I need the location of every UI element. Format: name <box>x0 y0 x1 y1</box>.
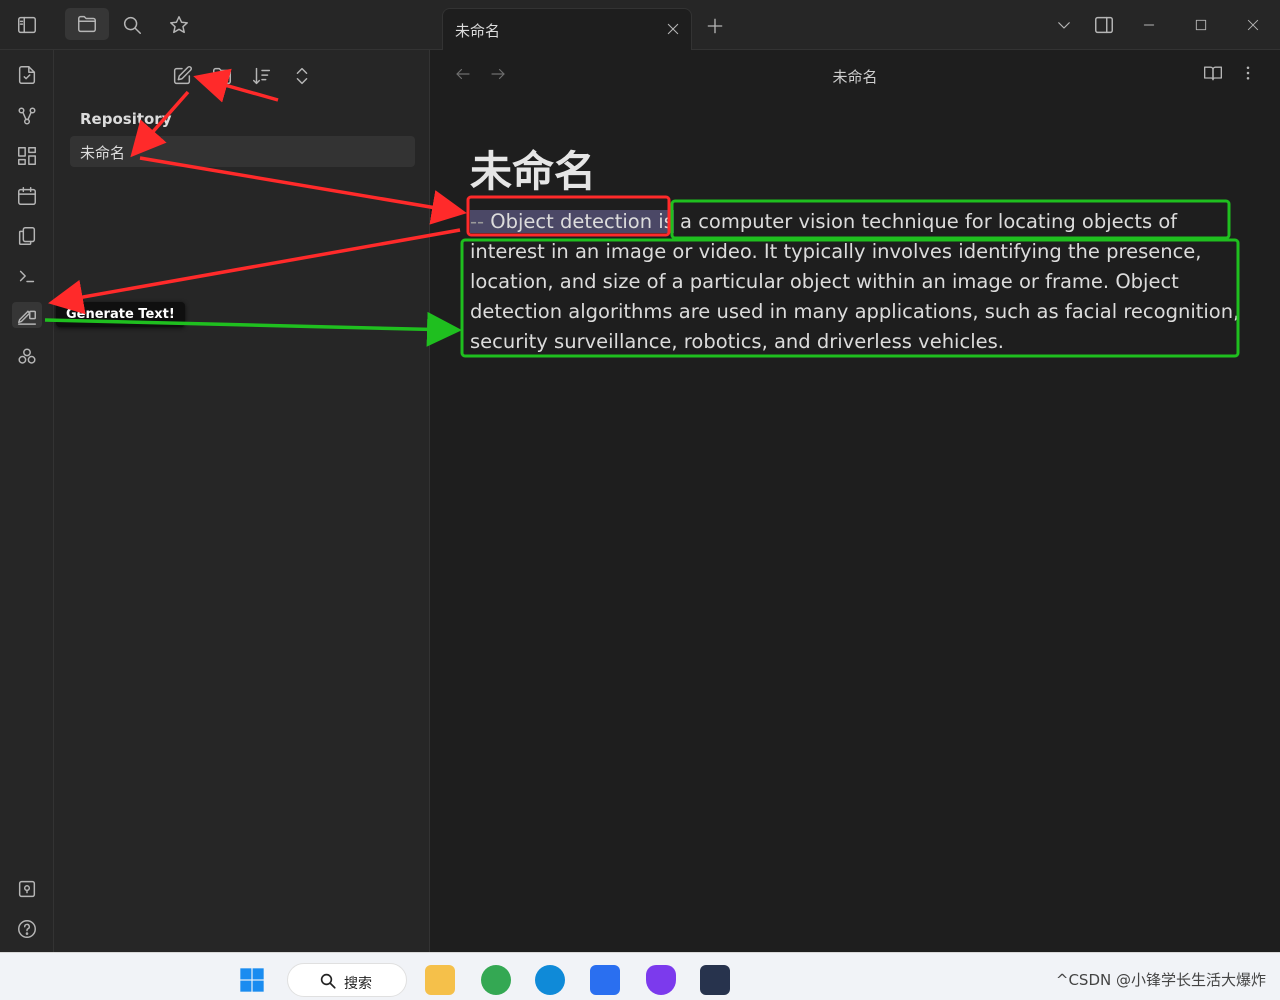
selected-prompt[interactable]: -- Object detection is <box>470 210 674 233</box>
cat-app-icon[interactable] <box>700 965 730 995</box>
generate-text-tooltip: Generate Text! <box>56 302 185 327</box>
taskbar-search[interactable]: 搜索 <box>287 963 407 997</box>
tab-untitled[interactable]: 未命名 <box>442 8 692 50</box>
browser-q-app-icon[interactable] <box>590 965 620 995</box>
taskbar-search-label: 搜索 <box>344 976 372 992</box>
minimize-icon[interactable] <box>1136 12 1162 38</box>
graph-view-icon[interactable] <box>14 103 40 129</box>
close-window-icon[interactable] <box>1240 12 1266 38</box>
list-prefix: -- <box>470 210 485 233</box>
taskbar-search-icon <box>318 971 338 991</box>
new-tab-icon[interactable] <box>702 13 728 39</box>
new-note-icon[interactable] <box>169 63 195 89</box>
plugin-icon[interactable] <box>14 344 40 370</box>
vault-folder-label[interactable]: Repository <box>80 110 172 128</box>
sidebar-toggle-icon[interactable] <box>14 12 40 38</box>
file-item-label: 未命名 <box>80 144 126 162</box>
view-header-title[interactable]: 未命名 <box>430 66 1280 87</box>
canvas-icon[interactable] <box>14 143 40 169</box>
vault-switcher-icon[interactable] <box>14 876 40 902</box>
note-body[interactable]: -- Object detection is a computer vision… <box>470 207 1240 357</box>
search-icon[interactable] <box>119 12 145 38</box>
reading-view-book-icon[interactable] <box>1200 60 1226 86</box>
tab-bar: 未命名 <box>430 0 1280 50</box>
sidebar-tab-header <box>54 0 430 50</box>
tab-title: 未命名 <box>455 22 501 40</box>
taskbar: 搜索 ^CSDN @小锋学长生活大爆炸 <box>0 952 1280 1000</box>
note-title[interactable]: 未命名 <box>470 138 596 199</box>
editor-pane: 未命名 未命名 -- Object detection is a compute… <box>430 50 1280 952</box>
system-tray-text: ^CSDN @小锋学长生活大爆炸 <box>1055 971 1266 989</box>
obsidian-window: Repository 未命名 未命名 未命名 未命名 -- Object det… <box>0 0 1280 952</box>
file-explorer-panel: Repository 未命名 <box>54 50 430 952</box>
ribbon-header <box>0 0 54 50</box>
maximize-icon[interactable] <box>1188 12 1214 38</box>
edge-app-icon[interactable] <box>535 965 565 995</box>
command-palette-icon[interactable] <box>14 263 40 289</box>
obsidian-app-icon[interactable] <box>646 965 676 995</box>
chrome-app-icon[interactable] <box>481 965 511 995</box>
bookmark-icon[interactable] <box>166 12 192 38</box>
close-tab-icon[interactable] <box>661 17 685 41</box>
collapse-icon[interactable] <box>289 63 315 89</box>
open-quick-switcher-icon[interactable] <box>14 62 40 88</box>
more-options-icon[interactable] <box>1235 60 1261 86</box>
daily-note-icon[interactable] <box>14 183 40 209</box>
file-explorer-icon[interactable] <box>65 8 109 40</box>
file-explorer-app-icon[interactable] <box>425 965 455 995</box>
windows-start-icon[interactable] <box>237 965 267 995</box>
selected-prompt-text: Object detection is <box>490 210 674 233</box>
help-icon[interactable] <box>14 916 40 942</box>
sort-icon[interactable] <box>249 63 275 89</box>
ribbon <box>0 50 54 952</box>
tab-list-chevron-down-icon[interactable] <box>1051 12 1077 38</box>
new-folder-icon[interactable] <box>209 63 235 89</box>
file-item-untitled[interactable]: 未命名 <box>70 136 415 167</box>
generate-text-icon[interactable] <box>12 302 42 328</box>
right-sidebar-toggle-icon[interactable] <box>1091 12 1117 38</box>
templates-icon[interactable] <box>14 223 40 249</box>
